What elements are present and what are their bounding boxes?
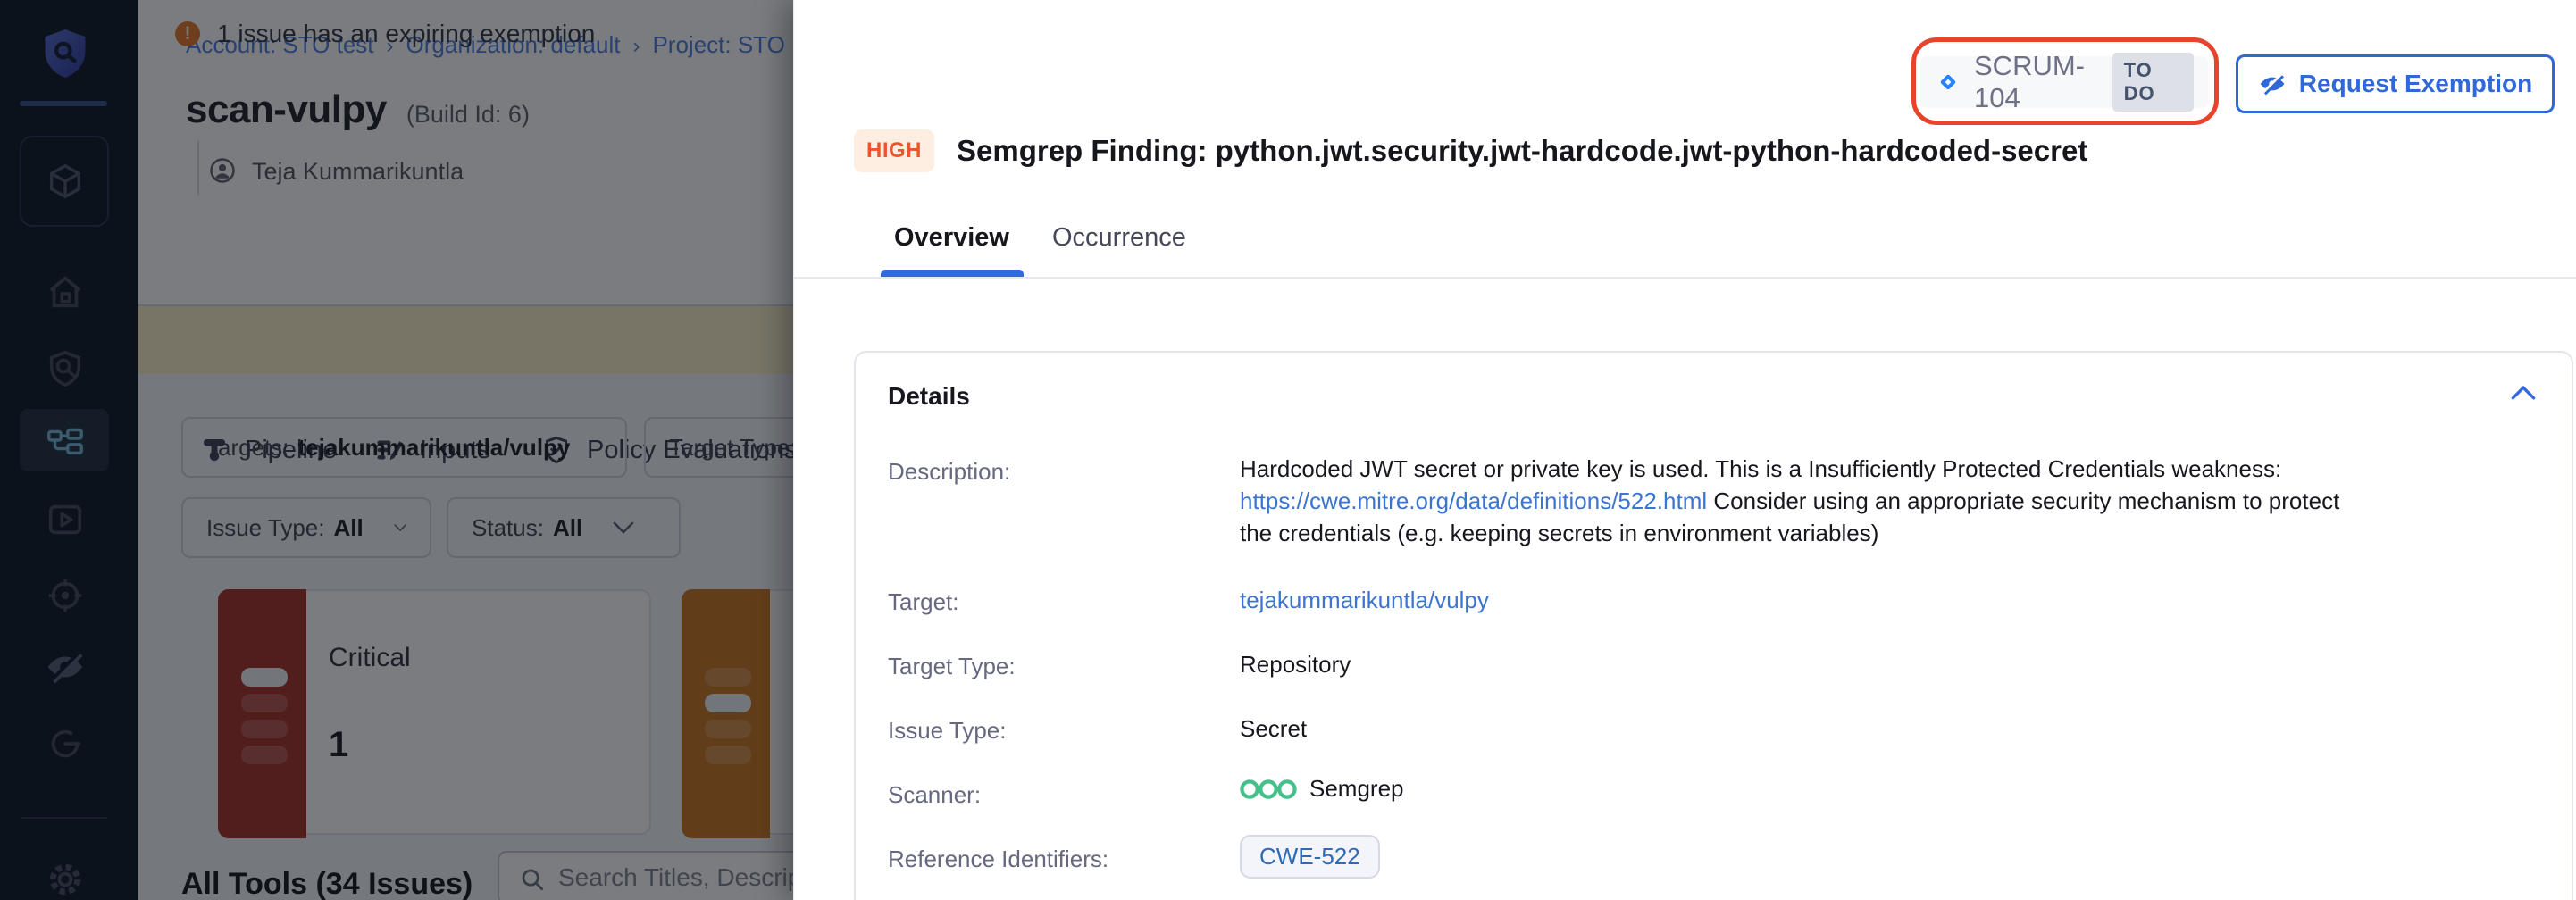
description-label: Description:	[888, 458, 1010, 486]
jira-status-badge: TO DO	[2112, 53, 2194, 112]
app-window: Account: STO test›Organization: default›…	[0, 0, 2576, 900]
severity-badge: HIGH	[854, 129, 934, 172]
scanner-value: Semgrep	[1240, 775, 1404, 803]
issue-type-value: Secret	[1240, 715, 1307, 743]
chevron-up-icon[interactable]	[2511, 385, 2536, 401]
target-type-value: Repository	[1240, 651, 1351, 679]
jira-ticket-chip[interactable]: SCRUM-104 TO DO	[1920, 56, 2208, 108]
scanner-label: Scanner:	[888, 781, 981, 809]
description-value: Hardcoded JWT secret or private key is u…	[1240, 453, 2374, 549]
issue-details-drawer: SCRUM-104 TO DO Request Exemption HIGH S…	[793, 0, 2576, 900]
details-card: Details Description: Hardcoded JWT secre…	[854, 351, 2573, 900]
cwe-badge[interactable]: CWE-522	[1240, 835, 1380, 879]
tab-overview[interactable]: Overview	[894, 223, 1009, 253]
request-exemption-label: Request Exemption	[2299, 70, 2532, 98]
eye-off-icon	[2258, 70, 2287, 98]
issue-type-label: Issue Type:	[888, 717, 1007, 745]
tab-occurrence[interactable]: Occurrence	[1052, 223, 1186, 253]
target-label: Target:	[888, 588, 959, 616]
request-exemption-button[interactable]: Request Exemption	[2236, 54, 2555, 113]
page-behind-drawer: Account: STO test›Organization: default›…	[0, 0, 793, 900]
jira-icon	[1935, 69, 1961, 96]
reference-identifiers-label: Reference Identifiers:	[888, 846, 1108, 873]
target-link[interactable]: tejakummarikuntla/vulpy	[1240, 587, 1489, 614]
semgrep-icon	[1240, 776, 1297, 803]
details-heading: Details	[888, 382, 970, 411]
reference-identifiers-value: CWE-522	[1240, 835, 1380, 879]
jira-ticket-key: SCRUM-104	[1974, 50, 2112, 114]
target-type-label: Target Type:	[888, 653, 1016, 680]
finding-title: Semgrep Finding: python.jwt.security.jwt…	[957, 134, 2087, 168]
cwe-definition-link[interactable]: https://cwe.mitre.org/data/definitions/5…	[1240, 488, 1707, 514]
drawer-backdrop[interactable]	[0, 0, 793, 900]
tabs-divider	[794, 277, 2576, 279]
